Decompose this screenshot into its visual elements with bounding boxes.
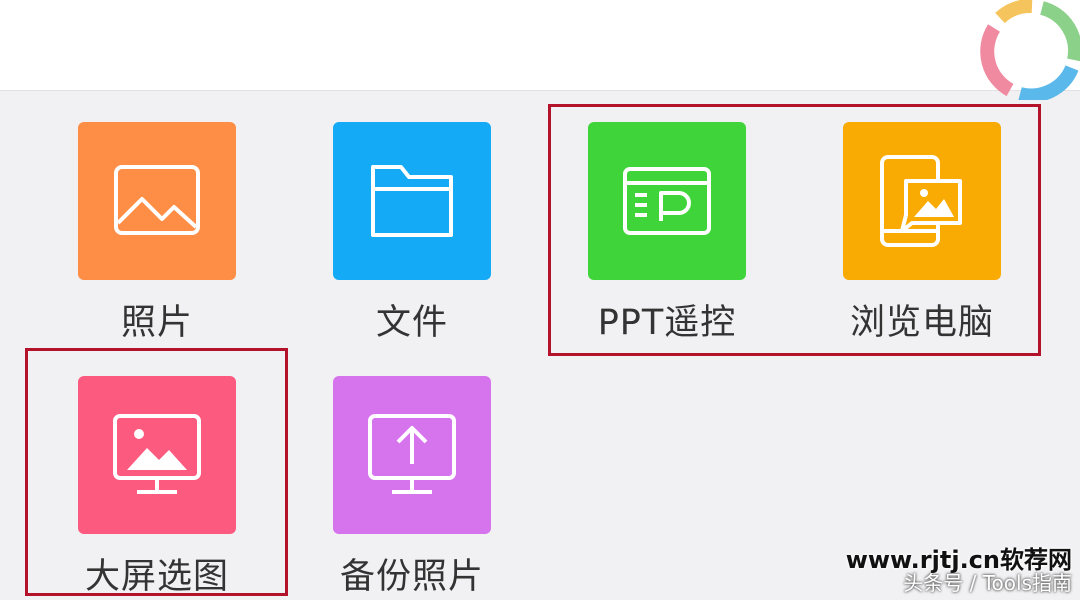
photos-app-label: 照片 (120, 303, 193, 343)
highlight-box-big-screen (25, 348, 288, 596)
files-app-label: 文件 (375, 303, 448, 343)
photo-icon (114, 165, 200, 235)
folder-icon (371, 165, 453, 237)
backup-photos-app-label: 备份照片 (339, 557, 484, 597)
top-bar (0, 0, 1080, 91)
photos-app-button[interactable] (78, 122, 236, 280)
watermark-source: 头条号 / Tools指南 (903, 571, 1072, 595)
backup-photo-icon (368, 414, 456, 494)
app-logo (980, 0, 1080, 100)
highlight-box-ppt-browse (548, 104, 1041, 356)
backup-photos-app-button[interactable] (333, 376, 491, 534)
files-app-button[interactable] (333, 122, 491, 280)
